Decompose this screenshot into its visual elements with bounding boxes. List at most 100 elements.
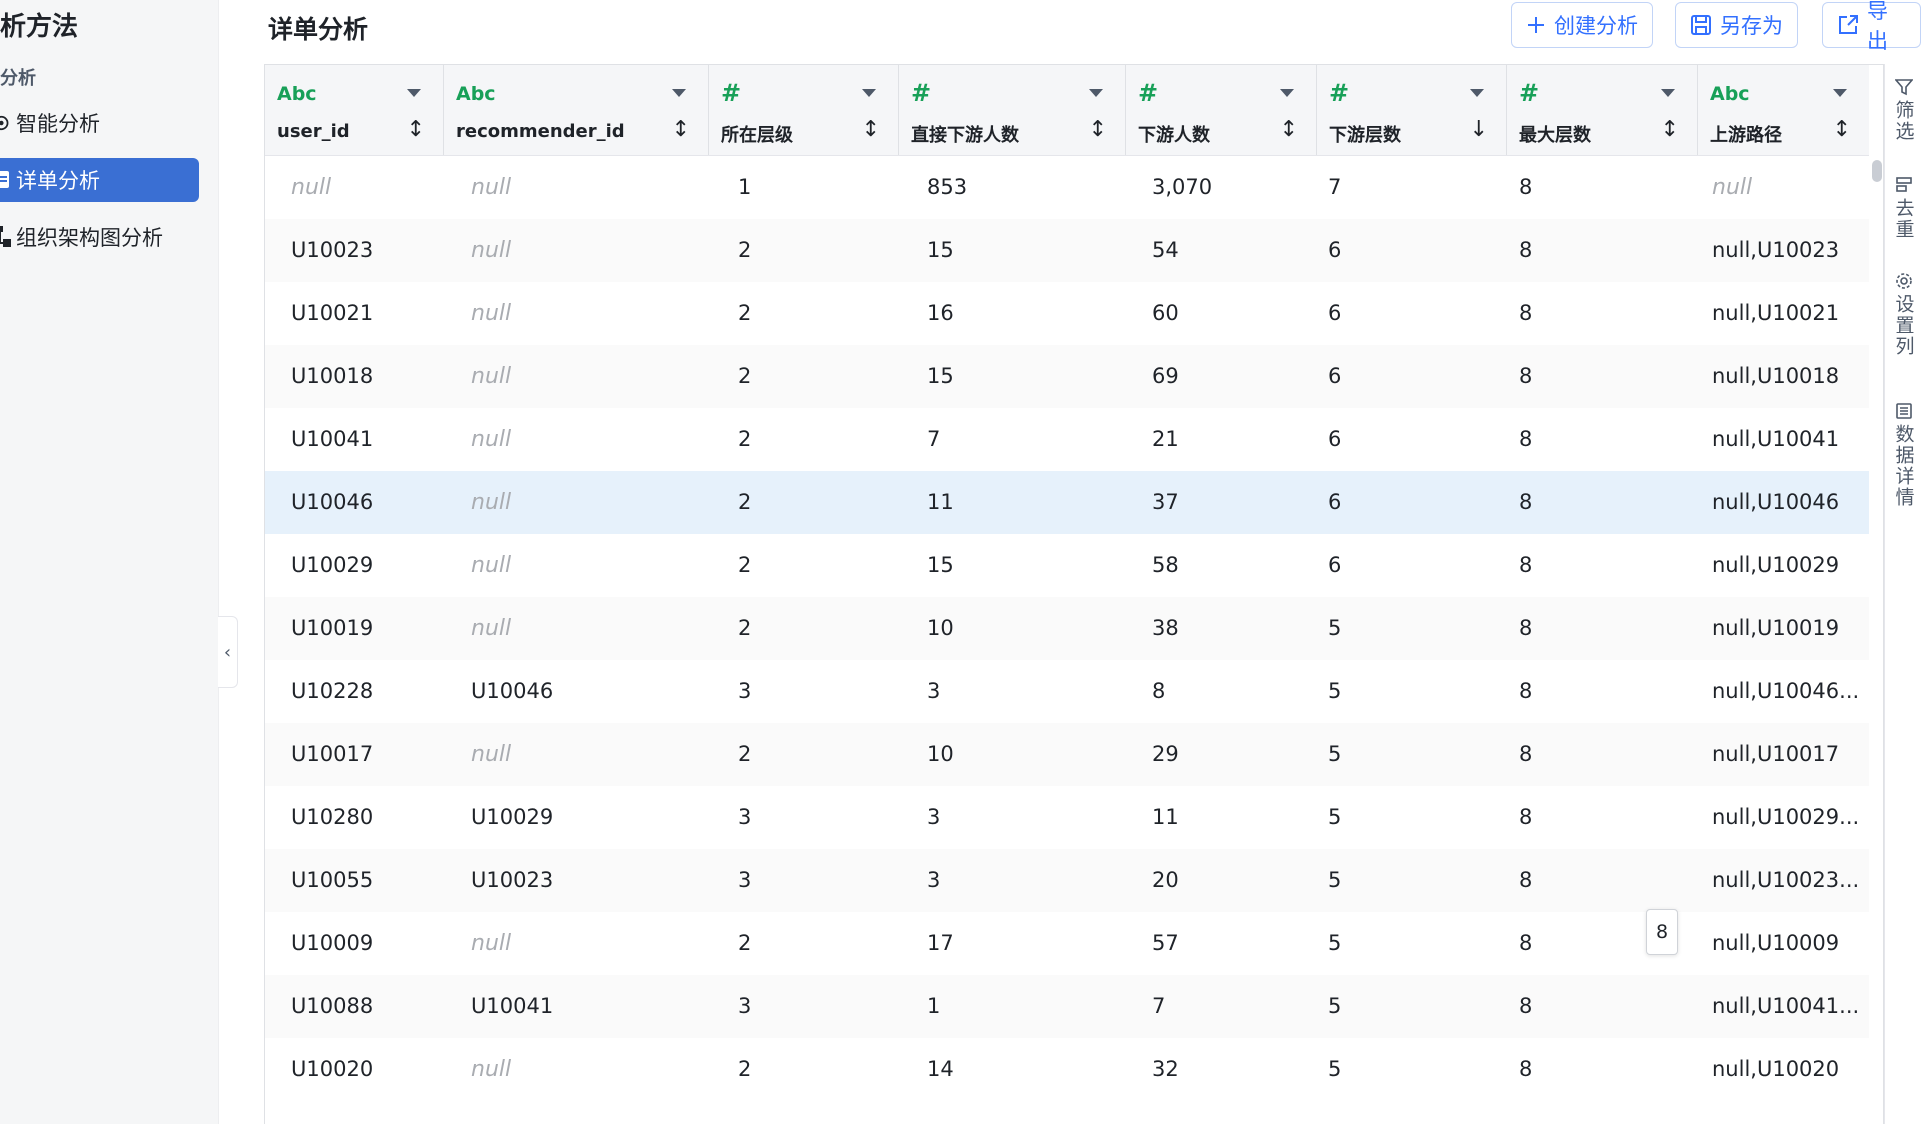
table-cell[interactable]: U10041 (291, 408, 373, 471)
table-cell[interactable]: U10088 (291, 975, 373, 1038)
table-cell[interactable]: 7 (927, 408, 940, 471)
table-cell[interactable]: U10041 (471, 975, 553, 1038)
table-row[interactable]: U10280 U10029 3 3 11 5 8 null,U10029... (265, 786, 1869, 849)
table-cell[interactable]: 8 (1519, 1038, 1532, 1101)
table-cell[interactable]: 29 (1152, 723, 1179, 786)
table-cell[interactable]: 1 (927, 975, 940, 1038)
sort-descending-icon[interactable]: ↓ (1470, 117, 1488, 142)
table-row[interactable]: U10020 null 2 14 32 5 8 null,U10020 (265, 1038, 1869, 1101)
table-cell[interactable]: null (471, 912, 511, 975)
table-cell[interactable]: null,U10023 (1712, 219, 1839, 282)
table-cell[interactable]: 69 (1152, 345, 1179, 408)
table-row[interactable]: U10018 null 2 15 69 6 8 null,U10018 (265, 345, 1869, 408)
table-cell[interactable]: U10280 (291, 786, 373, 849)
table-cell[interactable]: U10019 (291, 597, 373, 660)
table-cell[interactable]: null (471, 597, 511, 660)
sort-icon[interactable]: ↕ (862, 117, 880, 142)
table-cell[interactable]: 8 (1519, 723, 1532, 786)
table-row[interactable]: null null 1 853 3,070 7 8 null (265, 156, 1869, 219)
table-cell[interactable]: 10 (927, 597, 954, 660)
table-cell[interactable]: U10046 (471, 660, 553, 723)
sidebar-collapse-button[interactable]: ‹ (218, 616, 238, 688)
table-cell[interactable]: 57 (1152, 912, 1179, 975)
table-cell[interactable]: 8 (1519, 597, 1532, 660)
table-cell[interactable]: null (471, 345, 511, 408)
column-header-level[interactable]: # 所在层级 ↕ (709, 65, 899, 155)
table-cell[interactable]: U10023 (291, 219, 373, 282)
table-cell[interactable]: 3,070 (1152, 156, 1212, 219)
table-cell[interactable]: null,U10020 (1712, 1038, 1839, 1101)
table-cell[interactable]: 60 (1152, 282, 1179, 345)
table-row[interactable]: U10088 U10041 3 1 7 5 8 null,U10041... (265, 975, 1869, 1038)
filter-button[interactable]: 筛选 (1885, 78, 1921, 142)
table-cell[interactable]: 7 (1152, 975, 1165, 1038)
table-row[interactable]: U10046 null 2 11 37 6 8 null,U10046 (265, 471, 1869, 534)
caret-down-icon[interactable] (1280, 89, 1294, 97)
table-cell[interactable]: 20 (1152, 849, 1179, 912)
table-cell[interactable]: null (471, 1038, 511, 1101)
table-cell[interactable]: 8 (1519, 345, 1532, 408)
caret-down-icon[interactable] (672, 89, 686, 97)
table-cell[interactable]: 58 (1152, 534, 1179, 597)
table-cell[interactable]: 5 (1328, 597, 1341, 660)
table-cell[interactable]: U10046 (291, 471, 373, 534)
column-header-downstream-count[interactable]: # 下游人数 ↕ (1126, 65, 1317, 155)
table-cell[interactable]: U10029 (291, 534, 373, 597)
table-cell[interactable]: 2 (738, 534, 751, 597)
column-header-upstream-path[interactable]: Abc 上游路径 ↕ (1698, 65, 1869, 155)
caret-down-icon[interactable] (1470, 89, 1484, 97)
table-cell[interactable]: 5 (1328, 660, 1341, 723)
table-cell[interactable]: 21 (1152, 408, 1179, 471)
table-cell[interactable]: 8 (1519, 975, 1532, 1038)
sidebar-item-org-chart-analysis[interactable]: 组织架构图分析 (0, 215, 199, 259)
table-cell[interactable]: null,U10046 (1712, 471, 1839, 534)
table-cell[interactable]: U10023 (471, 849, 553, 912)
sidebar-item-detail-analysis[interactable]: 详单分析 (0, 158, 199, 202)
sort-icon[interactable]: ↕ (1661, 117, 1679, 142)
table-cell[interactable]: 3 (738, 849, 751, 912)
table-cell[interactable]: 853 (927, 156, 967, 219)
table-cell[interactable]: U10021 (291, 282, 373, 345)
table-cell[interactable]: null,U10017 (1712, 723, 1839, 786)
table-cell[interactable]: null,U10029 (1712, 534, 1839, 597)
table-cell[interactable]: 1 (738, 156, 751, 219)
table-cell[interactable]: null (471, 282, 511, 345)
table-cell[interactable]: 5 (1328, 723, 1341, 786)
table-cell[interactable]: U10029 (471, 786, 553, 849)
table-cell[interactable]: 15 (927, 219, 954, 282)
table-cell[interactable]: 3 (738, 660, 751, 723)
table-cell[interactable]: 37 (1152, 471, 1179, 534)
table-cell[interactable]: 3 (738, 786, 751, 849)
table-cell[interactable]: 54 (1152, 219, 1179, 282)
table-cell[interactable]: 3 (927, 849, 940, 912)
table-row[interactable]: U10029 null 2 15 58 6 8 null,U10029 (265, 534, 1869, 597)
table-cell[interactable]: U10017 (291, 723, 373, 786)
table-cell[interactable]: 8 (1519, 282, 1532, 345)
table-cell[interactable]: 3 (927, 786, 940, 849)
table-cell[interactable]: 38 (1152, 597, 1179, 660)
table-cell[interactable]: 8 (1519, 534, 1532, 597)
table-cell[interactable]: U10020 (291, 1038, 373, 1101)
table-cell[interactable]: U10018 (291, 345, 373, 408)
table-cell[interactable]: null,U10021 (1712, 282, 1839, 345)
table-cell[interactable]: 2 (738, 597, 751, 660)
table-cell[interactable]: null,U10023... (1712, 849, 1859, 912)
table-cell[interactable]: 6 (1328, 408, 1341, 471)
table-row[interactable]: U10009 null 2 17 57 5 8 null,U10009 (265, 912, 1869, 975)
table-cell[interactable]: 15 (927, 345, 954, 408)
table-cell[interactable]: 17 (927, 912, 954, 975)
column-settings-button[interactable]: 设置列 (1885, 272, 1921, 357)
table-cell[interactable]: null (471, 408, 511, 471)
table-row[interactable]: U10041 null 2 7 21 6 8 null,U10041 (265, 408, 1869, 471)
create-analysis-button[interactable]: 创建分析 (1511, 2, 1653, 48)
column-header-user-id[interactable]: Abc user_id ↕ (265, 65, 444, 155)
table-cell[interactable]: 5 (1328, 975, 1341, 1038)
table-cell[interactable]: null,U10041... (1712, 975, 1859, 1038)
table-cell[interactable]: 6 (1328, 471, 1341, 534)
table-cell[interactable]: 8 (1519, 219, 1532, 282)
table-row[interactable]: U10055 U10023 3 3 20 5 8 null,U10023... (265, 849, 1869, 912)
table-cell[interactable]: U10009 (291, 912, 373, 975)
table-cell[interactable]: null (471, 534, 511, 597)
table-cell[interactable]: 6 (1328, 345, 1341, 408)
table-cell[interactable]: 2 (738, 219, 751, 282)
